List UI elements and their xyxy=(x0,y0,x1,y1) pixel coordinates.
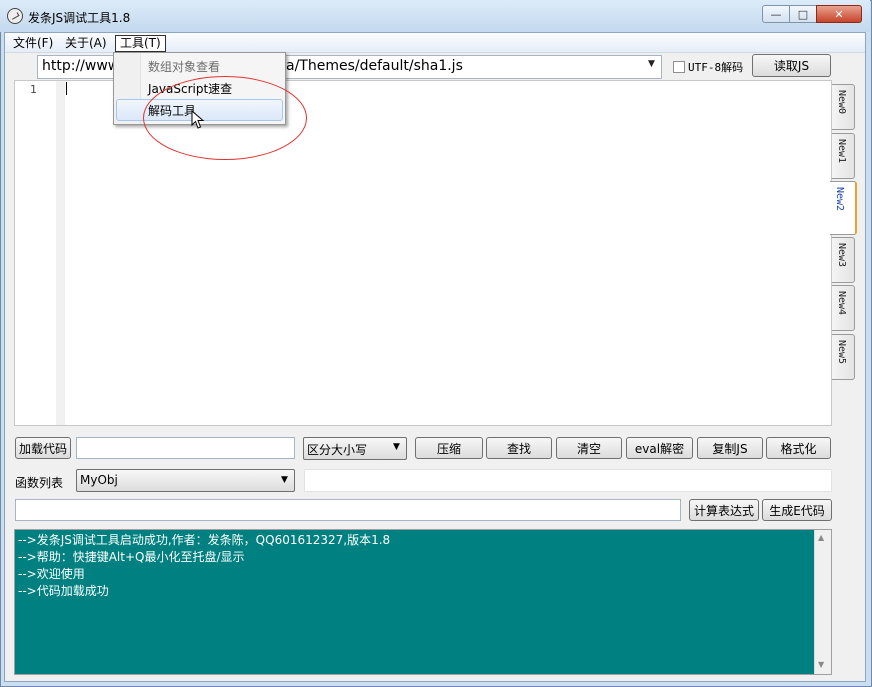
tab-label: New2 xyxy=(834,187,845,212)
tab-new1[interactable]: New1 xyxy=(832,133,855,179)
tab-label: New5 xyxy=(836,340,847,365)
tab-new5[interactable]: New5 xyxy=(832,334,855,380)
menu-item-array-viewer: 数组对象查看 xyxy=(148,60,221,74)
utf8-checkbox[interactable] xyxy=(673,61,685,73)
log-line: -->帮助：快捷键Alt+Q最小化至托盘/显示 xyxy=(18,550,245,564)
format-button[interactable]: 格式化 xyxy=(766,437,831,459)
app-icon xyxy=(7,8,23,24)
url-text-end: a/Themes/default/sha1.js xyxy=(286,58,463,74)
expression-input[interactable] xyxy=(15,499,681,521)
case-select-value: 区分大小写 xyxy=(307,443,368,457)
log-line: -->欢迎使用 xyxy=(18,567,85,581)
function-list-label: 函数列表 xyxy=(15,476,64,490)
copy-js-button[interactable]: 复制JS xyxy=(697,437,763,459)
compress-button[interactable]: 压缩 xyxy=(415,437,483,459)
maximize-button[interactable]: □ xyxy=(789,5,817,23)
chevron-down-icon: ▼ xyxy=(281,475,288,485)
find-button[interactable]: 查找 xyxy=(486,437,552,459)
generate-e-code-button[interactable]: 生成E代码 xyxy=(762,499,832,521)
text-caret xyxy=(66,82,67,95)
scroll-up-icon[interactable]: ▲ xyxy=(818,533,824,542)
read-js-button[interactable]: 读取JS xyxy=(752,54,831,77)
log-scrollbar[interactable] xyxy=(814,530,831,674)
line-gutter xyxy=(15,81,56,425)
load-code-button[interactable]: 加载代码 xyxy=(15,437,71,459)
line-number: 1 xyxy=(30,83,37,96)
function-detail-field[interactable] xyxy=(304,469,832,492)
tab-label: New1 xyxy=(836,139,847,164)
url-text-start: http://www xyxy=(42,58,120,74)
log-line: -->发条JS调试工具启动成功,作者：发条陈，QQ601612327,版本1.8 xyxy=(18,533,391,547)
utf8-label: UTF-8解码 xyxy=(688,61,744,74)
minimize-button[interactable]: — xyxy=(762,5,790,23)
log-line: -->代码加载成功 xyxy=(18,584,109,598)
tab-label: New4 xyxy=(836,291,847,316)
chevron-down-icon[interactable]: ▼ xyxy=(648,59,655,69)
load-code-input[interactable] xyxy=(76,437,295,459)
menu-about[interactable]: 关于(A) xyxy=(61,35,111,52)
title-bar[interactable] xyxy=(0,0,870,32)
tab-new4[interactable]: New4 xyxy=(832,285,855,331)
menu-file[interactable]: 文件(F) xyxy=(9,35,57,52)
calculate-expression-button[interactable]: 计算表达式 xyxy=(689,499,759,521)
window-title: 发条JS调试工具1.8 xyxy=(28,11,131,25)
menu-tools[interactable]: 工具(T) xyxy=(115,35,166,52)
tab-label: New3 xyxy=(836,243,847,268)
tab-new2[interactable]: New2 xyxy=(830,181,857,235)
close-button[interactable]: ✕ xyxy=(816,5,862,23)
function-select-value: MyObj xyxy=(80,473,118,487)
code-editor[interactable] xyxy=(14,80,832,426)
clear-button[interactable]: 清空 xyxy=(556,437,622,459)
tab-label: New0 xyxy=(836,90,847,115)
tab-new3[interactable]: New3 xyxy=(832,237,855,283)
eval-decode-button[interactable]: eval解密 xyxy=(626,437,693,459)
fold-margin xyxy=(56,81,65,425)
chevron-down-icon: ▼ xyxy=(393,442,400,452)
annotation-circle xyxy=(143,76,307,160)
log-lines: -->发条JS调试工具启动成功,作者：发条陈，QQ601612327,版本1.8… xyxy=(18,532,390,600)
scroll-down-icon[interactable]: ▼ xyxy=(818,660,824,669)
tab-new0[interactable]: New0 xyxy=(832,84,855,130)
